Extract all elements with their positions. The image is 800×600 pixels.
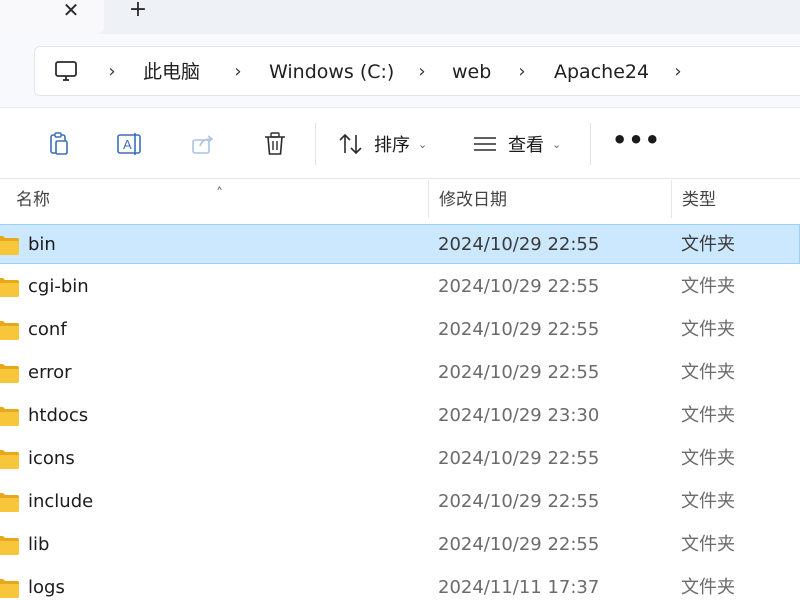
breadcrumb-chevron[interactable]: › — [671, 60, 685, 84]
sort-icon — [339, 133, 362, 155]
breadcrumb-chevron[interactable]: › — [105, 60, 119, 84]
file-type: 文件夹 — [681, 491, 735, 512]
file-name: htdocs — [28, 405, 89, 426]
file-type: 文件夹 — [681, 362, 735, 383]
delete-icon — [265, 132, 285, 155]
sort-menu-button[interactable]: 排序 ⌄ — [338, 129, 427, 159]
file-name: logs — [28, 577, 65, 598]
new-tab-button[interactable]: + — [124, 0, 152, 22]
file-name: lib — [28, 534, 50, 555]
file-row[interactable]: icons 2024/10/29 22:55 文件夹 — [0, 439, 800, 479]
column-header: 名称 ˄ 修改日期 类型 — [0, 180, 800, 222]
breadcrumb-chevron[interactable]: › — [415, 60, 429, 84]
address-bar[interactable]: › 此电脑 › Windows (C:) › web › Apache24 › — [34, 46, 800, 96]
file-type: 文件夹 — [681, 276, 735, 297]
column-modified[interactable]: 修改日期 — [429, 180, 671, 222]
file-row[interactable]: include 2024/10/29 22:55 文件夹 — [0, 482, 800, 522]
copy-button[interactable] — [44, 129, 74, 159]
column-name[interactable]: 名称 ˄ — [6, 180, 426, 222]
folder-icon — [0, 407, 19, 426]
file-row[interactable]: lib 2024/10/29 22:55 文件夹 — [0, 525, 800, 565]
file-modified: 2024/10/29 22:55 — [438, 534, 600, 555]
file-type: 文件夹 — [681, 405, 735, 426]
file-row[interactable]: htdocs 2024/10/29 23:30 文件夹 — [0, 396, 800, 436]
view-icon — [474, 137, 496, 151]
file-row[interactable]: logs 2024/11/11 17:37 文件夹 — [0, 568, 800, 600]
file-list: bin 2024/10/29 22:55 文件夹 cgi-bin 2024/10/29 … — [0, 224, 800, 600]
sort-label: 排序 — [374, 135, 410, 156]
file-type: 文件夹 — [681, 319, 735, 340]
command-bar: A 排序 ⌄ 查看 ⌄ ••• — [0, 109, 800, 179]
file-type: 文件夹 — [681, 577, 735, 598]
toolbar-divider — [315, 123, 316, 165]
folder-icon — [0, 450, 19, 469]
chevron-down-icon: ⌄ — [418, 137, 428, 151]
folder-icon — [0, 493, 19, 512]
file-modified: 2024/10/29 22:55 — [438, 276, 600, 297]
share-icon — [192, 135, 214, 154]
computer-icon[interactable] — [53, 58, 79, 84]
rename-icon: A — [117, 133, 141, 155]
rename-button[interactable]: A — [115, 129, 145, 159]
file-type: 文件夹 — [681, 448, 735, 469]
file-name: include — [28, 491, 94, 512]
toolbar-divider — [590, 123, 591, 165]
column-type[interactable]: 类型 — [672, 180, 800, 222]
folder-icon — [0, 278, 19, 297]
column-modified-label: 修改日期 — [439, 190, 507, 210]
file-modified: 2024/11/11 17:37 — [438, 577, 600, 598]
view-label: 查看 — [508, 135, 544, 156]
file-name: bin — [28, 234, 56, 255]
file-modified: 2024/10/29 23:30 — [438, 405, 600, 426]
sort-ascending-icon: ˄ — [216, 186, 223, 202]
folder-icon — [0, 321, 19, 340]
svg-text:A: A — [123, 137, 132, 152]
breadcrumb-apache24[interactable]: Apache24 — [554, 60, 649, 84]
breadcrumb-windows-c[interactable]: Windows (C:) — [269, 60, 394, 84]
breadcrumb-chevron[interactable]: › — [515, 60, 529, 84]
tab-strip: ✕ + — [0, 0, 800, 34]
active-tab[interactable]: ✕ — [0, 0, 104, 34]
more-options-button[interactable]: ••• — [612, 128, 660, 159]
file-modified: 2024/10/29 22:55 — [438, 448, 600, 469]
file-row[interactable]: error 2024/10/29 22:55 文件夹 — [0, 353, 800, 393]
file-row[interactable]: conf 2024/10/29 22:55 文件夹 — [0, 310, 800, 350]
chevron-down-icon: ⌄ — [552, 137, 562, 151]
file-type: 文件夹 — [681, 234, 735, 255]
column-type-label: 类型 — [682, 190, 716, 210]
file-row[interactable]: bin 2024/10/29 22:55 文件夹 — [0, 224, 800, 264]
file-modified: 2024/10/29 22:55 — [438, 362, 600, 383]
column-name-label: 名称 — [16, 190, 50, 210]
file-name: conf — [28, 319, 67, 340]
folder-icon — [0, 579, 19, 598]
file-modified: 2024/10/29 22:55 — [438, 234, 600, 255]
close-tab-button[interactable]: ✕ — [58, 0, 84, 22]
share-button[interactable] — [188, 129, 218, 159]
folder-icon — [0, 364, 19, 383]
folder-icon — [0, 536, 19, 555]
file-name: cgi-bin — [28, 276, 89, 297]
copy-icon — [50, 132, 68, 155]
file-modified: 2024/10/29 22:55 — [438, 319, 600, 340]
breadcrumb-chevron[interactable]: › — [231, 60, 245, 84]
breadcrumb-web[interactable]: web — [452, 60, 491, 84]
view-menu-button[interactable]: 查看 ⌄ — [472, 129, 561, 159]
file-name: error — [28, 362, 72, 383]
file-row[interactable]: cgi-bin 2024/10/29 22:55 文件夹 — [0, 267, 800, 307]
file-name: icons — [28, 448, 75, 469]
folder-icon — [0, 236, 19, 255]
breadcrumb-this-pc[interactable]: 此电脑 — [143, 60, 200, 84]
file-modified: 2024/10/29 22:55 — [438, 491, 600, 512]
delete-button[interactable] — [260, 129, 290, 159]
file-type: 文件夹 — [681, 534, 735, 555]
address-area: › 此电脑 › Windows (C:) › web › Apache24 › — [0, 34, 800, 108]
